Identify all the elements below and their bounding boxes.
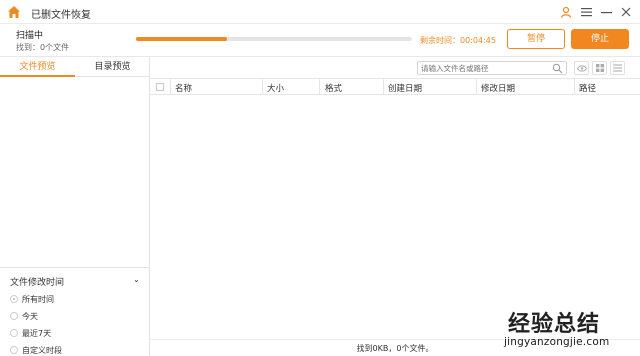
scan-progress-fill	[136, 37, 228, 41]
column-divider	[476, 79, 477, 95]
left-panel: 文件预览 目录预览 文件修改时间 ⌄ 所有时间 今天 最近7天 自定义时段	[0, 56, 150, 356]
grid-view-icon[interactable]	[592, 61, 607, 75]
column-divider	[574, 79, 575, 95]
radio-icon[interactable]	[10, 312, 18, 320]
filter-option-label: 自定义时段	[22, 345, 62, 355]
list-view-icon[interactable]	[610, 61, 625, 75]
filter-option-all-time[interactable]: 所有时间	[10, 293, 54, 305]
minimize-icon[interactable]	[598, 4, 614, 20]
radio-icon[interactable]	[10, 295, 18, 303]
column-header-size[interactable]: 大小	[267, 82, 284, 94]
table-header: 名称 大小 格式 创建日期 修改日期 路径	[150, 78, 640, 95]
column-divider	[170, 79, 171, 95]
column-header-modified[interactable]: 修改日期	[481, 82, 515, 94]
stop-button[interactable]: 停止	[571, 29, 629, 49]
chevron-down-icon[interactable]: ⌄	[133, 275, 140, 284]
filter-option-today[interactable]: 今天	[10, 310, 38, 322]
user-icon[interactable]	[558, 4, 574, 20]
select-all-checkbox[interactable]	[156, 83, 164, 91]
watermark-url: jingyanzongjie.com	[504, 336, 610, 348]
scan-found-count: 找到：0个文件	[16, 43, 70, 52]
close-icon[interactable]	[618, 4, 634, 20]
app-title: 已删文件恢复	[31, 10, 91, 21]
home-icon[interactable]	[7, 5, 21, 19]
column-header-name[interactable]: 名称	[175, 82, 192, 94]
column-header-created[interactable]: 创建日期	[388, 82, 422, 94]
column-divider	[383, 79, 384, 95]
title-bar: 已删文件恢复	[0, 0, 640, 24]
column-divider	[262, 79, 263, 95]
filter-option-custom[interactable]: 自定义时段	[10, 344, 62, 356]
filter-option-last-7-days[interactable]: 最近7天	[10, 327, 51, 339]
menu-icon[interactable]	[578, 4, 594, 20]
tab-file-preview[interactable]: 文件预览	[0, 57, 75, 77]
filter-option-label: 最近7天	[22, 328, 52, 338]
eye-icon[interactable]	[574, 61, 589, 75]
filter-option-label: 今天	[22, 311, 38, 321]
search-input[interactable]	[421, 63, 549, 74]
search-box[interactable]	[417, 61, 567, 75]
scan-progress-bar	[136, 37, 412, 41]
filter-title: 文件修改时间	[10, 278, 65, 288]
tab-directory-preview[interactable]: 目录预览	[75, 57, 150, 77]
pause-button[interactable]: 暂停	[507, 29, 565, 49]
column-header-path[interactable]: 路径	[579, 82, 596, 94]
watermark-text: 经验总结	[508, 311, 601, 337]
scan-status: 扫描中	[16, 31, 44, 41]
remaining-time: 剩余时间：00:04:45	[420, 36, 496, 45]
filter-option-label: 所有时间	[22, 294, 54, 304]
radio-icon[interactable]	[10, 346, 18, 354]
radio-icon[interactable]	[10, 329, 18, 337]
search-icon[interactable]	[552, 63, 563, 74]
modified-time-filter: 文件修改时间 ⌄ 所有时间 今天 最近7天 自定义时段	[0, 267, 149, 356]
column-header-format[interactable]: 格式	[325, 82, 342, 94]
column-divider	[319, 79, 320, 95]
